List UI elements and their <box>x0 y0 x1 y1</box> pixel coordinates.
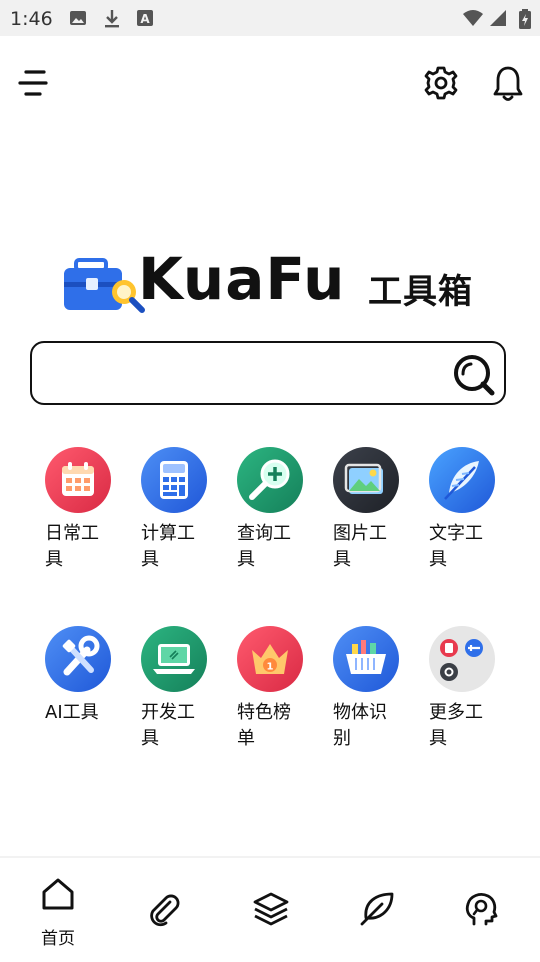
basket-icon <box>333 626 399 692</box>
svg-text:1: 1 <box>267 662 274 673</box>
logo-brand-text: KuaFu <box>138 245 346 313</box>
calendar-icon <box>45 447 111 513</box>
tools-icon <box>45 626 111 692</box>
wifi-icon <box>462 9 484 31</box>
image-icon <box>69 9 87 31</box>
leaf-icon <box>360 892 394 926</box>
status-bar: 1:46 A <box>0 0 540 36</box>
crown-icon: 1 <box>237 626 303 692</box>
nav-attachments[interactable] <box>134 876 194 946</box>
tool-label: 文字工具 <box>429 523 483 570</box>
nav-home-label: 首页 <box>41 929 75 949</box>
nav-leaf[interactable] <box>346 876 406 946</box>
search-button[interactable] <box>452 353 496 397</box>
tool-label: 物体识别 <box>333 702 387 749</box>
logo-cn-text: 工具箱 <box>368 272 473 312</box>
a-badge-icon: A <box>137 9 153 31</box>
svg-text:A: A <box>140 12 150 26</box>
brain-icon <box>465 893 498 926</box>
bottom-navigation: 首页 <box>0 856 540 962</box>
search-input[interactable] <box>48 355 452 395</box>
layers-icon <box>253 892 289 926</box>
tool-label: 查询工具 <box>237 523 291 570</box>
nav-home[interactable]: 首页 <box>28 876 88 949</box>
tool-label: 计算工具 <box>141 523 195 570</box>
paperclip-icon <box>150 894 180 927</box>
home-icon <box>42 878 74 910</box>
toolbox-logo-icon <box>64 258 145 313</box>
signal-icon <box>489 9 507 31</box>
laptop-icon <box>141 626 207 692</box>
more-apps-icon <box>429 626 495 692</box>
tool-label: 开发工具 <box>141 702 195 749</box>
nav-brain[interactable] <box>450 876 510 946</box>
app-logo: KuaFu 工具箱 <box>62 246 482 318</box>
battery-icon <box>519 9 531 33</box>
notifications-button[interactable] <box>490 64 526 104</box>
settings-button[interactable] <box>422 64 460 102</box>
status-time: 1:46 <box>10 8 53 30</box>
tool-label: 特色榜单 <box>237 702 291 749</box>
search-bar <box>30 341 506 405</box>
picture-icon <box>333 447 399 513</box>
bell-icon <box>493 66 523 101</box>
tool-label: 更多工具 <box>429 702 483 749</box>
nav-layers[interactable] <box>240 876 300 946</box>
download-icon <box>103 9 121 33</box>
calculator-icon <box>141 447 207 513</box>
magnifier-plus-icon <box>237 447 303 513</box>
gear-icon <box>424 66 458 100</box>
menu-button[interactable] <box>16 66 50 100</box>
search-icon <box>454 355 495 396</box>
tool-label: AI工具 <box>45 702 99 723</box>
menu-icon <box>18 70 48 96</box>
tool-label: 日常工具 <box>45 523 99 570</box>
feather-icon <box>429 447 495 513</box>
tool-label: 图片工具 <box>333 523 387 570</box>
